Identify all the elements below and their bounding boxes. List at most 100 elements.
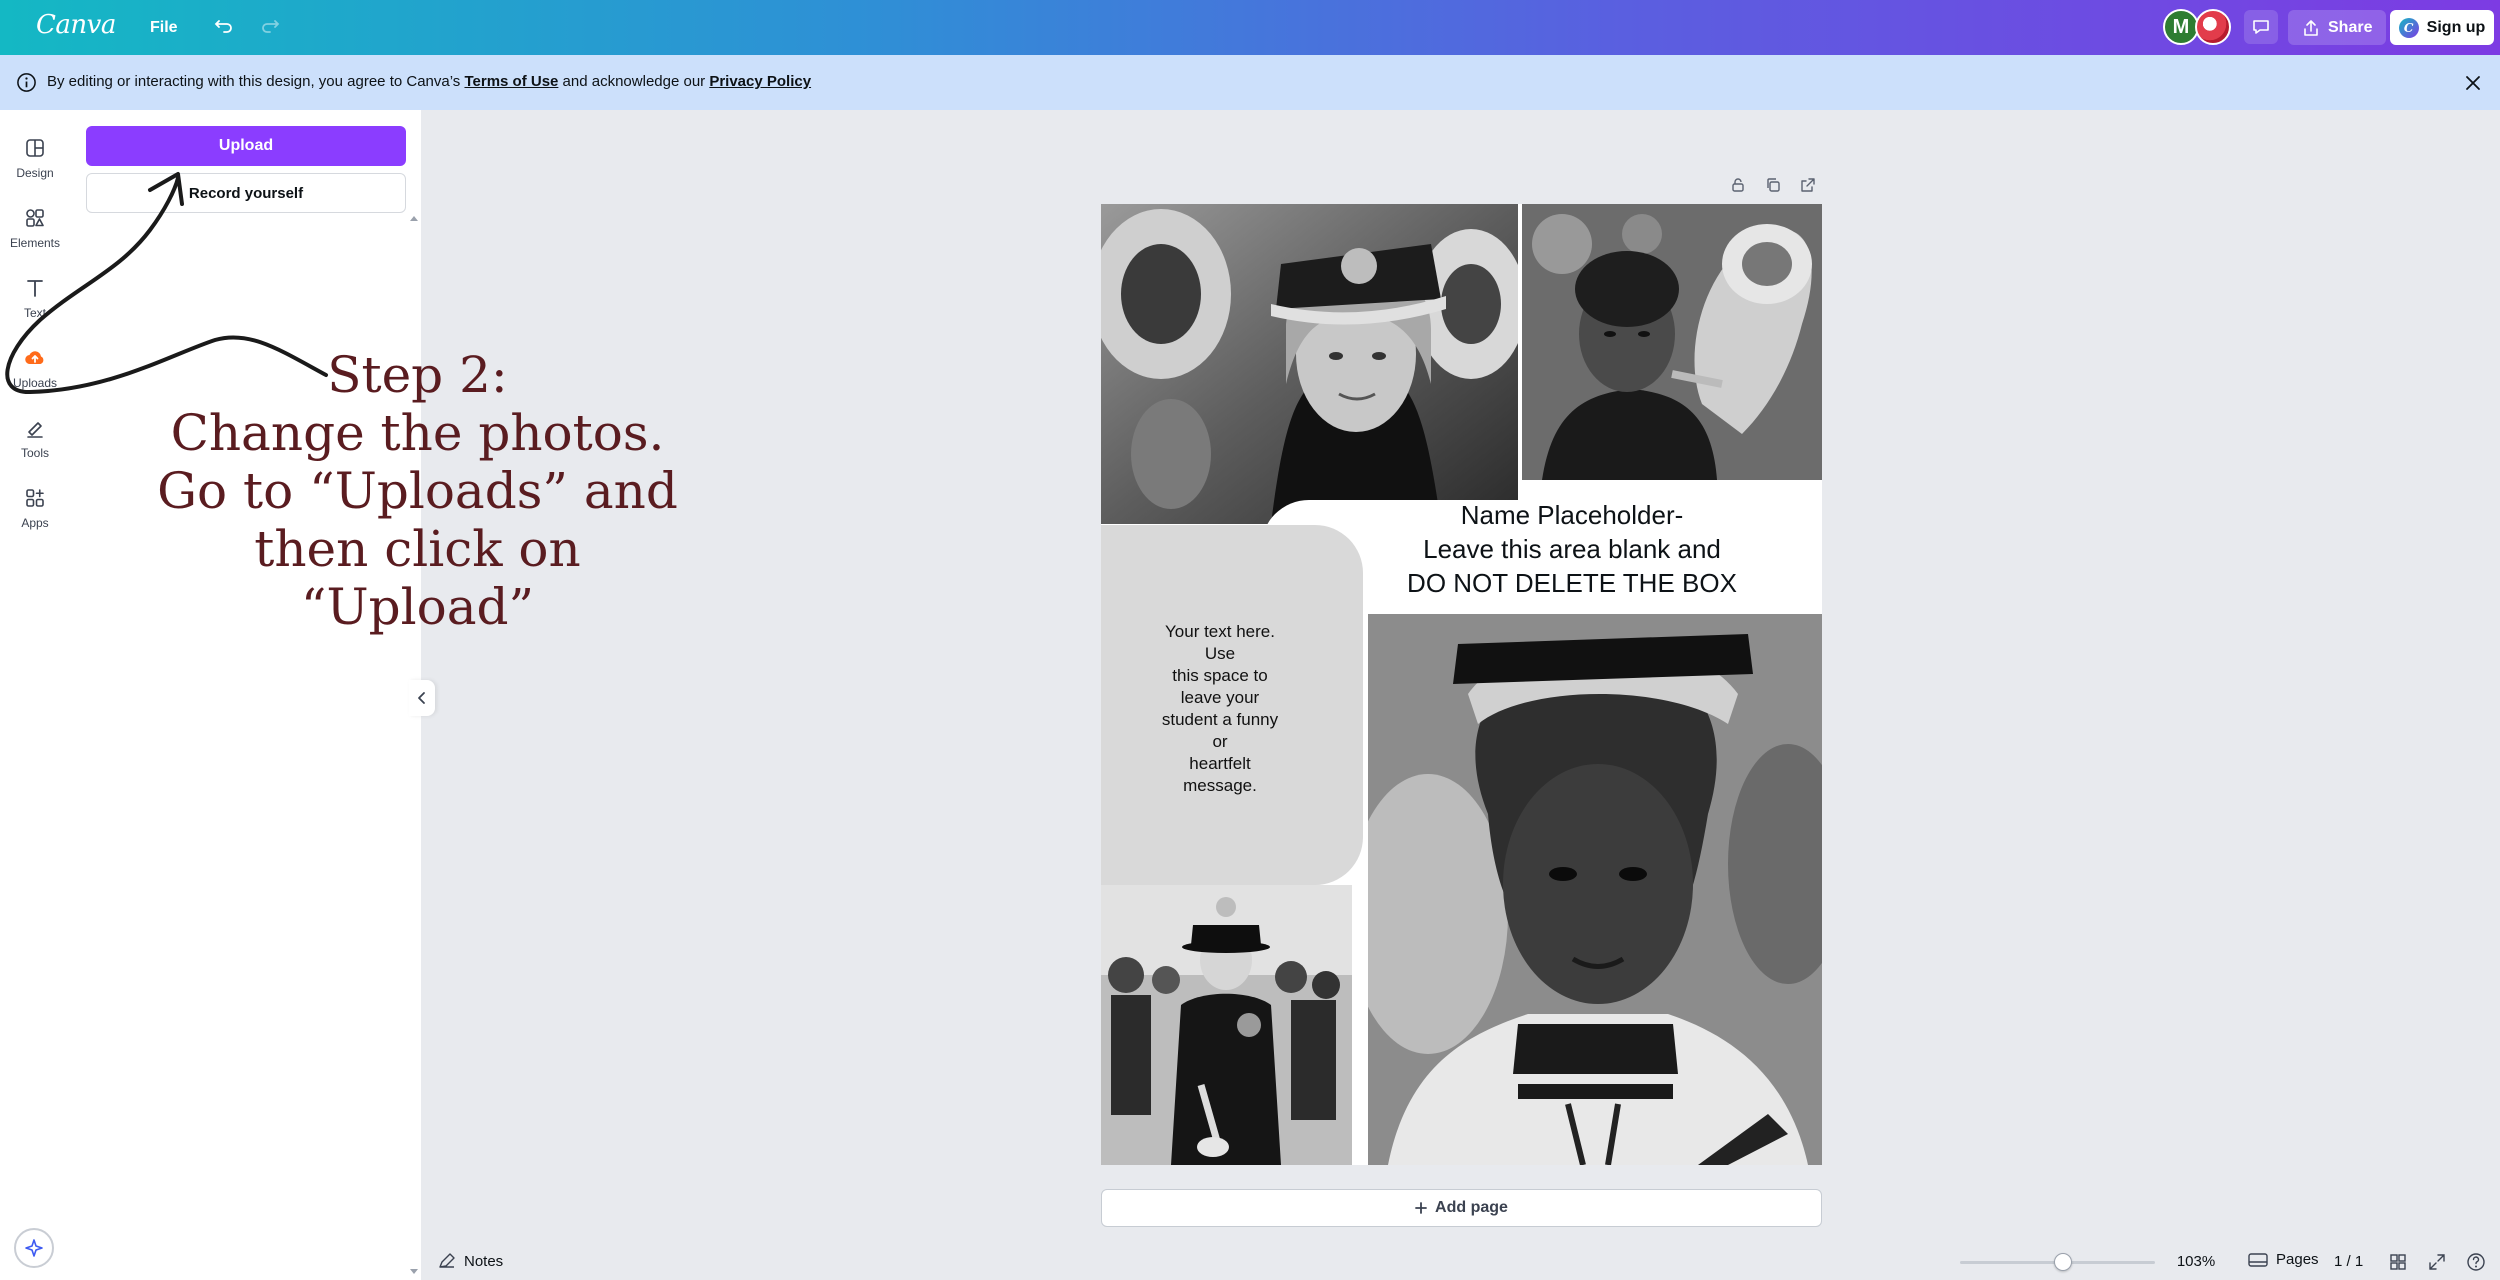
annotation-line-3: Go to “Uploads” and [157, 462, 678, 520]
annotation-line-2: Change the photos. [170, 404, 665, 462]
message-text[interactable]: Your text here. Use this space to leave … [1155, 621, 1285, 797]
canva-badge-icon: C [2398, 17, 2419, 38]
sign-up-label: Sign up [2426, 18, 2486, 36]
terms-of-use-link[interactable]: Terms of Use [464, 73, 558, 90]
rail-item-apps[interactable]: Apps [0, 476, 70, 540]
rail-item-uploads[interactable]: Uploads [0, 336, 70, 400]
message-line-1: Your text here. [1165, 622, 1275, 641]
notice-prefix: By editing or interacting with this desi… [47, 73, 465, 90]
zoom-slider-thumb[interactable] [2054, 1253, 2073, 1271]
duplicate-page-button[interactable] [1762, 174, 1784, 196]
lock-icon [1732, 178, 1744, 192]
name-placeholder-text[interactable]: Name Placeholder- Leave this area blank … [1407, 498, 1737, 600]
export-icon [1801, 178, 1815, 192]
share-button[interactable]: Share [2288, 10, 2387, 45]
message-line-8: message. [1183, 776, 1257, 795]
file-menu-button[interactable]: File [140, 12, 188, 44]
rail-label-apps: Apps [21, 516, 49, 530]
info-icon [17, 73, 36, 92]
instruction-annotation: Step 2: Change the photos. Go to “Upload… [150, 346, 685, 636]
record-yourself-button[interactable]: Record yourself [86, 173, 406, 213]
sign-up-button[interactable]: C Sign up [2390, 10, 2494, 45]
message-line-7: heartfelt [1189, 754, 1251, 773]
photo-boy-graphic [1522, 204, 1822, 480]
share-page-button[interactable] [1797, 174, 1819, 196]
annotation-line-4: then click on “Upload” [254, 520, 581, 636]
comments-button[interactable] [2244, 10, 2278, 44]
notice-middle: and acknowledge our [558, 73, 710, 90]
photo-portrait-graphic [1368, 614, 1822, 1165]
rail-label-uploads: Uploads [12, 376, 58, 390]
rail-label-design: Design [16, 166, 54, 180]
close-icon[interactable] [2462, 72, 2484, 94]
notice-message: By editing or interacting with this desi… [47, 73, 811, 90]
page-indicator: 1 / 1 [2334, 1253, 2364, 1270]
scroll-up-arrow-icon[interactable] [409, 214, 419, 222]
rail-item-text[interactable]: Text [0, 266, 70, 330]
rail-label-text: Text [23, 306, 46, 320]
chevron-left-icon [418, 692, 425, 704]
top-bar: Canva File M Share C Sign up [0, 0, 2500, 55]
message-line-6: or [1212, 732, 1228, 751]
terms-notice-bar: By editing or interacting with this desi… [0, 55, 2500, 110]
photo-large-portrait[interactable] [1368, 614, 1822, 1165]
photo-trumpet-player[interactable] [1101, 885, 1352, 1165]
fullscreen-button[interactable] [2425, 1250, 2449, 1274]
apps-icon [26, 489, 44, 507]
photo-boy-with-tuba[interactable] [1522, 204, 1822, 480]
undo-icon [214, 20, 232, 33]
grid-view-button[interactable] [2386, 1250, 2410, 1274]
magic-assistant-button[interactable] [14, 1228, 54, 1268]
collapse-panel-button[interactable] [409, 680, 435, 716]
message-line-4: leave your [1180, 688, 1260, 707]
help-icon [2467, 1253, 2485, 1271]
add-page-button[interactable]: Add page [1101, 1189, 1822, 1227]
photo-girl-with-hat[interactable] [1101, 204, 1518, 524]
upload-button[interactable]: Upload [86, 126, 406, 166]
help-button[interactable] [2464, 1250, 2488, 1274]
share-label: Share [2328, 18, 2373, 36]
message-line-2: Use [1204, 644, 1236, 663]
name-line-3: DO NOT DELETE THE BOX [1407, 568, 1737, 598]
redo-icon [262, 20, 280, 33]
cloud-upload-icon [25, 351, 44, 365]
annotation-line-1: Step 2: [327, 346, 508, 404]
lock-page-button[interactable] [1727, 174, 1749, 196]
canva-logo[interactable]: Canva [36, 10, 116, 40]
rail-label-tools: Tools [20, 446, 49, 460]
notes-button[interactable]: Notes [438, 1252, 503, 1270]
add-page-label: Add page [1435, 1199, 1508, 1216]
user-avatar[interactable]: M [2163, 9, 2199, 45]
rail-item-design[interactable]: Design [0, 126, 70, 190]
undo-button[interactable] [208, 12, 240, 44]
design-page[interactable]: Name Placeholder- Leave this area blank … [1101, 204, 1822, 1165]
duplicate-icon [1767, 178, 1780, 192]
zoom-level[interactable]: 103% [2168, 1253, 2224, 1270]
pages-icon [2248, 1252, 2268, 1267]
comment-icon [2253, 20, 2269, 34]
redo-button[interactable] [254, 12, 286, 44]
collaborator-avatar[interactable] [2195, 9, 2231, 45]
privacy-policy-link[interactable]: Privacy Policy [709, 73, 811, 90]
rail-item-elements[interactable]: Elements [0, 196, 70, 260]
pages-button[interactable]: Pages [2248, 1251, 2319, 1268]
design-icon [26, 139, 44, 157]
left-rail: Design Elements Text Uploads Tools Apps [0, 110, 70, 1280]
grid-icon [2390, 1254, 2406, 1270]
name-line-2: Leave this area blank and [1423, 534, 1721, 564]
scroll-down-arrow-icon[interactable] [409, 1268, 419, 1276]
plus-icon [1415, 1202, 1427, 1214]
elements-icon [26, 209, 44, 227]
message-line-3: this space to [1172, 666, 1268, 685]
photo-girl-graphic [1101, 204, 1518, 524]
photo-trumpet-graphic [1101, 885, 1352, 1165]
name-line-1: Name Placeholder- [1460, 500, 1684, 530]
share-icon [2304, 19, 2318, 36]
text-icon [27, 280, 43, 297]
rail-item-tools[interactable]: Tools [0, 406, 70, 470]
sparkle-icon [25, 1239, 43, 1257]
expand-icon [2429, 1254, 2445, 1270]
pen-tool-icon [27, 422, 43, 438]
uploads-panel [70, 110, 421, 1280]
notes-pen-icon [439, 1253, 455, 1268]
